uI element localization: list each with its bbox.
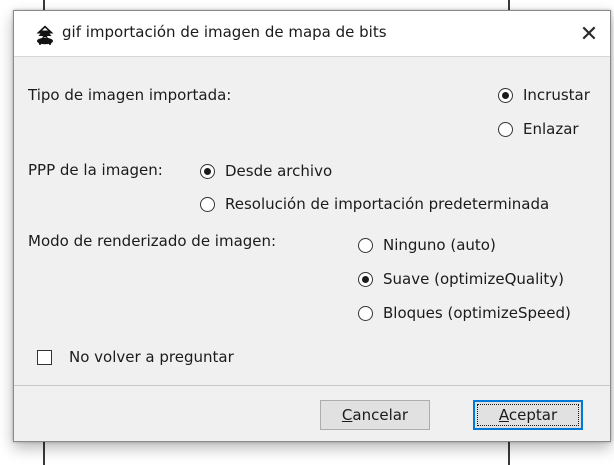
radio-unselected-icon: [498, 121, 513, 137]
window-title: gif importación de imagen de mapa de bit…: [62, 23, 387, 41]
radio-unselected-icon: [200, 196, 215, 212]
radio-rendering-smooth-label: Suave (optimizeQuality): [383, 270, 565, 288]
radio-rendering-auto[interactable]: Ninguno (auto): [358, 236, 496, 254]
radio-selected-icon: [358, 271, 373, 287]
radio-embed-label: Incrustar: [523, 86, 590, 104]
dpi-label: PPP de la imagen:: [28, 161, 163, 179]
title-bar[interactable]: gif importación de imagen de mapa de bit…: [14, 11, 610, 57]
radio-rendering-blocks-label: Bloques (optimizeSpeed): [383, 304, 571, 322]
radio-unselected-icon: [358, 305, 373, 321]
close-button[interactable]: ✕: [572, 17, 606, 51]
close-icon: ✕: [579, 21, 599, 47]
dont-ask-again-checkbox[interactable]: No volver a preguntar: [37, 348, 234, 366]
radio-unselected-icon: [358, 237, 373, 253]
radio-selected-icon: [498, 87, 513, 103]
radio-link[interactable]: Enlazar: [498, 120, 579, 138]
radio-rendering-smooth[interactable]: Suave (optimizeQuality): [358, 270, 564, 288]
radio-rendering-blocks[interactable]: Bloques (optimizeSpeed): [358, 304, 571, 322]
checkbox-unchecked-icon: [37, 349, 52, 365]
radio-dpi-default-label: Resolución de importación predeterminada: [225, 195, 550, 213]
radio-dpi-default[interactable]: Resolución de importación predeterminada: [200, 195, 549, 213]
dont-ask-again-label: No volver a preguntar: [69, 348, 234, 366]
inkscape-icon: [34, 24, 56, 46]
radio-dpi-from-file-label: Desde archivo: [225, 162, 333, 180]
radio-rendering-auto-label: Ninguno (auto): [383, 236, 496, 254]
radio-dpi-from-file[interactable]: Desde archivo: [200, 162, 332, 180]
radio-link-label: Enlazar: [523, 120, 579, 138]
cancel-button-label: Cancelar: [341, 406, 409, 424]
radio-embed[interactable]: Incrustar: [498, 86, 590, 104]
image-type-label: Tipo de imagen importada:: [28, 86, 232, 104]
cancel-button[interactable]: Cancelar: [320, 400, 430, 430]
button-separator: [14, 385, 610, 386]
accept-button[interactable]: Aceptar: [473, 400, 583, 430]
rendering-mode-label: Modo de renderizado de imagen:: [28, 232, 277, 250]
accept-button-label: Aceptar: [498, 406, 558, 424]
bitmap-import-dialog: gif importación de imagen de mapa de bit…: [13, 10, 611, 442]
radio-selected-icon: [200, 163, 215, 179]
